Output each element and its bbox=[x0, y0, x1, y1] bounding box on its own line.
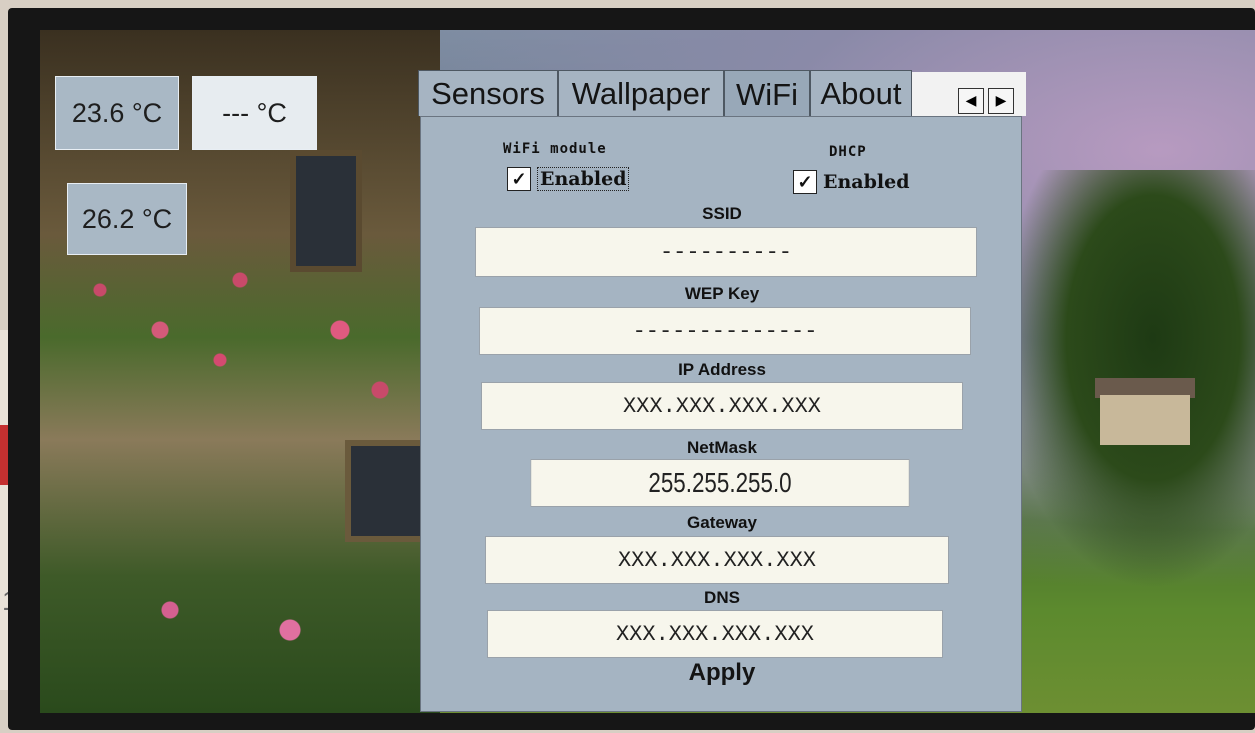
tab-wallpaper[interactable]: Wallpaper bbox=[558, 70, 724, 116]
wifi-module-label: WiFi module bbox=[503, 141, 607, 157]
ip-address-label: IP Address bbox=[678, 360, 766, 379]
wifi-module-enabled-label: Enabled bbox=[537, 167, 630, 191]
dhcp-checkbox[interactable]: ✓ bbox=[793, 170, 817, 194]
temperature-readout-1: 23.6 °C bbox=[55, 76, 179, 150]
paper-red-mark bbox=[0, 425, 8, 485]
tab-about[interactable]: About bbox=[810, 70, 912, 116]
dhcp-checkbox-row[interactable]: ✓ Enabled bbox=[793, 170, 909, 194]
ssid-input[interactable]: ---------- bbox=[475, 227, 977, 277]
wallpaper-window bbox=[290, 150, 362, 272]
apply-button[interactable]: Apply bbox=[421, 659, 1023, 687]
settings-tab-bar: Sensors Wallpaper WiFi About ◀ ▶ bbox=[416, 70, 1026, 118]
wifi-settings-panel: WiFi module ✓ Enabled DHCP ✓ Enabled SSI… bbox=[420, 116, 1022, 712]
netmask-label: NetMask bbox=[687, 438, 757, 457]
dhcp-label: DHCP bbox=[829, 144, 867, 160]
arrow-right-icon: ▶ bbox=[995, 93, 1007, 109]
checkmark-icon: ✓ bbox=[797, 171, 813, 193]
netmask-input[interactable]: 255.255.255.0 bbox=[530, 459, 910, 507]
dns-input[interactable]: XXX.XXX.XXX.XXX bbox=[487, 610, 943, 658]
tab-wifi[interactable]: WiFi bbox=[724, 70, 810, 118]
wep-key-input[interactable]: -------------- bbox=[479, 307, 971, 355]
dns-label: DNS bbox=[704, 588, 740, 607]
temperature-readout-3: 26.2 °C bbox=[67, 183, 187, 255]
dhcp-enabled-label: Enabled bbox=[823, 171, 910, 193]
wallpaper-cottage bbox=[1100, 395, 1190, 445]
temperature-readout-2: --- °C bbox=[192, 76, 317, 150]
tab-sensors[interactable]: Sensors bbox=[418, 70, 558, 116]
gateway-label: Gateway bbox=[687, 513, 757, 532]
tab-scroll-left-button[interactable]: ◀ bbox=[958, 88, 984, 114]
wep-key-label: WEP Key bbox=[684, 284, 760, 303]
ssid-label: SSID bbox=[702, 204, 742, 223]
gateway-input[interactable]: XXX.XXX.XXX.XXX bbox=[485, 536, 949, 584]
ip-address-input[interactable]: XXX.XXX.XXX.XXX bbox=[481, 382, 963, 430]
arrow-left-icon: ◀ bbox=[965, 93, 977, 109]
tab-scroll-right-button[interactable]: ▶ bbox=[988, 88, 1014, 114]
wifi-module-checkbox-row[interactable]: ✓ Enabled bbox=[507, 167, 630, 191]
wifi-module-checkbox[interactable]: ✓ bbox=[507, 167, 531, 191]
checkmark-icon: ✓ bbox=[511, 168, 527, 190]
